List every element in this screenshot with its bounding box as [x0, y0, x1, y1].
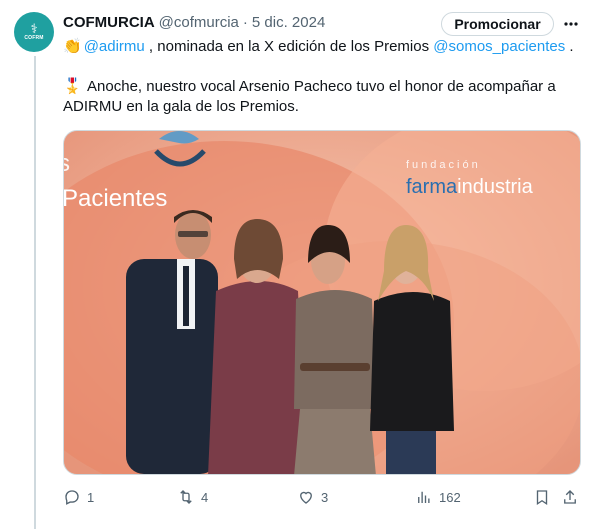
photo-illustration: s Pacientes fundación farmaindustria	[64, 131, 580, 474]
mention-somos-pacientes[interactable]: @somos_pacientes	[433, 38, 565, 55]
backdrop-pacientes: Pacientes	[64, 185, 167, 212]
repost-count: 4	[201, 489, 209, 505]
separator: ·	[242, 13, 248, 31]
like-count: 3	[321, 489, 329, 505]
backdrop-partial: s	[64, 150, 70, 177]
repost-icon	[180, 490, 192, 504]
like-icon	[300, 491, 312, 504]
like-button[interactable]: 3	[297, 487, 328, 507]
text-middle: , nominada en la X edición de los Premio…	[144, 38, 434, 55]
reply-icon	[65, 490, 79, 505]
tweet-date[interactable]: 5 dic. 2024	[252, 14, 325, 31]
promote-button[interactable]: Promocionar	[441, 12, 554, 36]
repost-button[interactable]: 4	[177, 487, 208, 507]
tweet-header: COFMURCIA @cofmurcia · 5 dic. 2024	[63, 12, 325, 32]
bookmark-button[interactable]	[533, 487, 557, 507]
views-button[interactable]: 162	[415, 487, 461, 507]
more-icon[interactable]	[561, 14, 581, 34]
share-icon	[564, 490, 576, 504]
reply-button[interactable]: 1	[63, 487, 94, 507]
share-button[interactable]	[561, 487, 585, 507]
text-end: .	[565, 38, 574, 55]
user-handle[interactable]: @cofmurcia	[159, 14, 239, 31]
avatar[interactable]: ⚕ COFRM	[14, 12, 54, 52]
backdrop-brand: farmaindustria	[406, 176, 534, 198]
views-icon	[418, 491, 430, 503]
views-count: 162	[439, 489, 461, 505]
backdrop-fundacion: fundación	[406, 159, 481, 171]
avatar-text: COFRM	[24, 35, 44, 41]
tweet-photo[interactable]: s Pacientes fundación farmaindustria	[63, 130, 581, 475]
reply-count: 1	[87, 489, 95, 505]
avatar-logo-icon: ⚕	[30, 21, 38, 36]
mention-adirmu[interactable]: @adirmu	[84, 38, 145, 55]
bookmark-icon	[536, 490, 548, 506]
tweet-text-line1: 👏 @adirmu , nominada en la X edición de l…	[63, 37, 574, 57]
action-bar: 1 4 3 162	[63, 487, 581, 507]
tweet-body: Anoche, nuestro vocal Arsenio Pacheco tu…	[63, 78, 556, 115]
thread-line	[34, 56, 36, 529]
tweet-text-line2: 🎖️ Anoche, nuestro vocal Arsenio Pacheco…	[63, 77, 583, 117]
display-name[interactable]: COFMURCIA	[63, 14, 155, 31]
medal-icon: 🎖️	[63, 78, 82, 95]
clapping-hands-icon: 👏	[63, 38, 82, 55]
